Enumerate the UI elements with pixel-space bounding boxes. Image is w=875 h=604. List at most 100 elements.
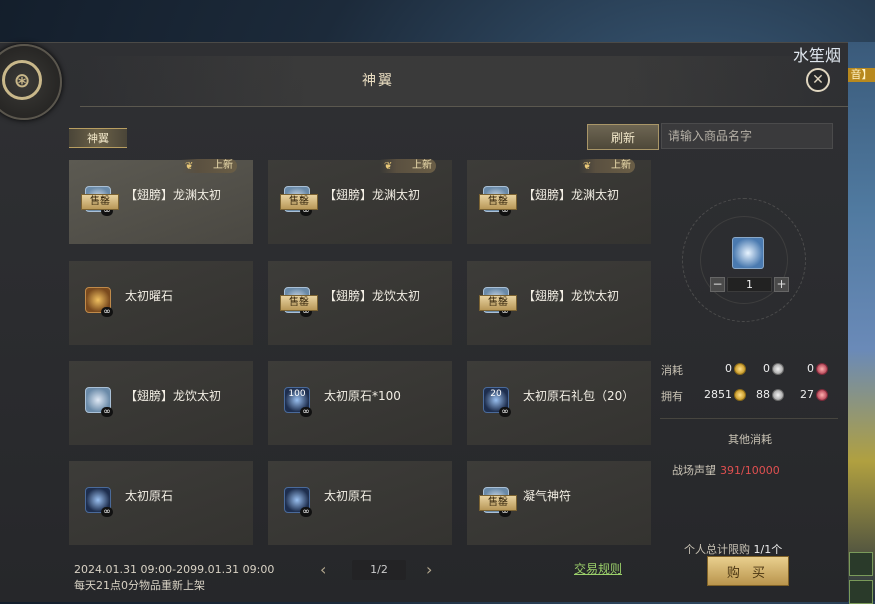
sale-time-range: 2024.01.31 09:00-2099.01.31 09:00 [74, 563, 275, 576]
item-card[interactable]: ∞ 售罄 【翅膀】龙渊太初 ❦ 上新 [69, 159, 253, 244]
cost-silver: 0 [756, 362, 784, 375]
sold-out-badge: 售罄 [81, 194, 119, 210]
infinite-icon: ∞ [499, 407, 511, 417]
sold-out-badge: 售罄 [280, 295, 318, 311]
hud-badge: 音】 [848, 68, 875, 82]
wing-ornament-icon: ❦ [583, 161, 592, 172]
own-silver-value: 88 [756, 388, 770, 401]
right-hud-strip: 音】 [848, 42, 875, 604]
own-red-value: 27 [800, 388, 814, 401]
own-label: 拥有 [661, 390, 683, 403]
item-name: 【翅膀】龙渊太初 [523, 188, 620, 202]
new-badge-label: 上新 [213, 160, 233, 171]
new-badge-label: 上新 [611, 160, 631, 171]
quantity-field[interactable]: 1 [727, 277, 772, 292]
page-title: 神翼 [362, 73, 394, 89]
divider [660, 418, 838, 419]
infinite-icon: ∞ [101, 407, 113, 417]
item-card[interactable]: ∞ 【翅膀】龙饮太初 [69, 361, 253, 445]
cost-red: 0 [798, 362, 828, 375]
new-badge: ❦ 上新 [181, 159, 237, 173]
item-name: 太初原石 [125, 489, 174, 503]
red-coin-icon [816, 362, 828, 375]
emblem-icon: ⊛ [2, 60, 42, 100]
item-card[interactable]: 100 ∞ 太初原石*100 [268, 361, 452, 445]
item-name: 【翅膀】龙渊太初 [324, 188, 421, 202]
new-badge: ❦ 上新 [380, 159, 436, 173]
refresh-button[interactable]: 刷新 [587, 124, 659, 150]
wing-icon [732, 237, 764, 269]
close-button[interactable]: ✕ [806, 68, 830, 92]
wing-ornament-icon: ❦ [384, 161, 393, 172]
tab-shenyi[interactable]: 神翼 [69, 128, 127, 148]
own-row: 拥有 2851 88 27 [660, 386, 838, 406]
item-name: 太初曜石 [125, 289, 174, 303]
limit-label: 个人总计限购 [684, 543, 750, 556]
item-name: 太初原石*100 [324, 389, 401, 403]
own-silver: 88 [752, 388, 784, 401]
item-card[interactable]: ∞ 太初曜石 [69, 261, 253, 345]
item-card[interactable]: ∞ 售罄 【翅膀】龙饮太初 [268, 261, 452, 345]
item-card[interactable]: ∞ 太初原石 [69, 461, 253, 545]
sold-out-badge: 售罄 [479, 194, 517, 210]
other-cost-title: 其他消耗 [728, 433, 772, 446]
infinite-icon: ∞ [101, 307, 113, 317]
cost-red-value: 0 [807, 362, 814, 375]
search-input[interactable] [661, 123, 833, 149]
cost-gold-value: 0 [725, 362, 732, 375]
buy-button[interactable]: 购 买 [707, 556, 789, 586]
item-name: 【翅膀】龙饮太初 [125, 389, 222, 403]
limit-value: 1/1个 [753, 543, 783, 556]
gold-coin-icon [734, 388, 746, 401]
item-card[interactable]: ∞ 太初原石 [268, 461, 452, 545]
restock-note: 每天21点0分物品重新上架 [74, 579, 205, 592]
trade-rules-link[interactable]: 交易规则 [574, 560, 622, 577]
honor-value: 391/10000 [720, 464, 780, 477]
cost-gold: 0 [712, 362, 746, 375]
item-card[interactable]: 20 ∞ 太初原石礼包（20） [467, 361, 651, 445]
sold-out-badge: 售罄 [479, 495, 517, 511]
icon-count-label: 20 [490, 389, 502, 399]
close-icon: ✕ [812, 72, 824, 88]
cost-silver-value: 0 [763, 362, 770, 375]
cost-row: 消耗 0 0 0 [660, 360, 838, 380]
item-card[interactable]: ∞ 售罄 【翅膀】龙渊太初 ❦ 上新 [467, 159, 651, 244]
gold-coin-icon [734, 362, 746, 375]
item-name: 【翅膀】龙渊太初 [125, 188, 222, 202]
sold-out-badge: 售罄 [280, 194, 318, 210]
item-card[interactable]: ∞ 售罄 凝气神符 [467, 461, 651, 545]
item-card[interactable]: ∞ 售罄 【翅膀】龙饮太初 [467, 261, 651, 345]
skill-slot[interactable] [849, 552, 873, 576]
page-indicator: 1/2 [352, 560, 406, 580]
own-gold-value: 2851 [704, 388, 732, 401]
infinite-icon: ∞ [101, 507, 113, 517]
next-page-button[interactable]: › [426, 560, 432, 579]
item-name: 凝气神符 [523, 489, 572, 503]
cost-label: 消耗 [661, 364, 683, 377]
player-name: 水笙烟 [793, 46, 842, 65]
silver-coin-icon [772, 388, 784, 401]
quantity-decrease-button[interactable]: − [710, 277, 725, 292]
new-badge-label: 上新 [412, 160, 432, 171]
silver-coin-icon [772, 362, 784, 375]
wing-ornament-icon: ❦ [185, 161, 194, 172]
red-coin-icon [816, 388, 828, 401]
purchase-limit: 个人总计限购 1/1个 [684, 541, 782, 557]
item-name: 【翅膀】龙饮太初 [324, 289, 421, 303]
quantity-increase-button[interactable]: + [774, 277, 789, 292]
infinite-icon: ∞ [300, 507, 312, 517]
prev-page-button[interactable]: ‹ [320, 560, 326, 579]
skill-slot[interactable] [849, 580, 873, 604]
icon-count-label: 100 [288, 389, 306, 399]
new-badge: ❦ 上新 [579, 159, 635, 173]
honor-label: 战场声望 [672, 464, 716, 477]
own-gold: 2851 [696, 388, 746, 401]
honor-cost: 战场声望 391/10000 [672, 462, 780, 478]
purchase-panel: − 1 + 消耗 0 0 0 拥有 2851 88 27 其他消耗 战场声望 39… [660, 160, 840, 580]
sold-out-badge: 售罄 [479, 295, 517, 311]
item-name: 【翅膀】龙饮太初 [523, 289, 620, 303]
own-red: 27 [796, 388, 828, 401]
item-card[interactable]: ∞ 售罄 【翅膀】龙渊太初 ❦ 上新 [268, 159, 452, 244]
item-name: 太初原石礼包（20） [523, 389, 635, 403]
item-name: 太初原石 [324, 489, 373, 503]
